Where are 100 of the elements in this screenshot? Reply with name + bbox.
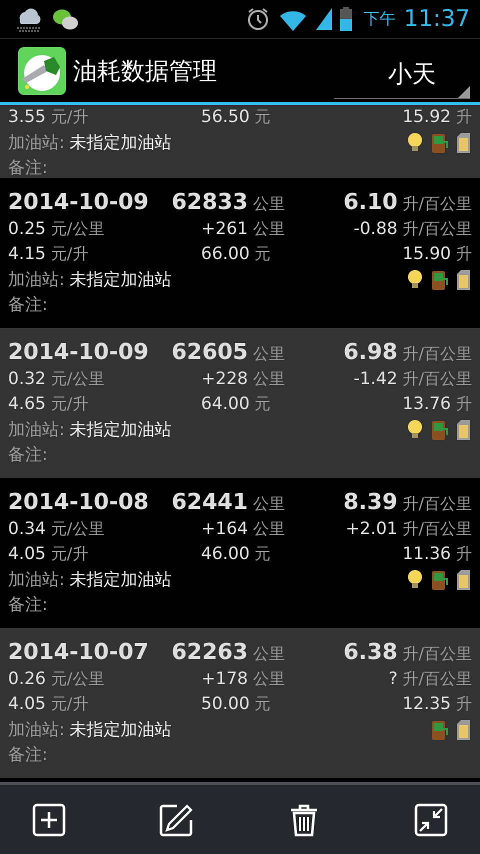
consumption-change: -0.88 <box>354 219 398 239</box>
alarm-icon <box>246 7 270 31</box>
bulb-icon <box>406 418 424 440</box>
distance-value: +164 <box>201 519 248 539</box>
consumption-value: 6.10 <box>343 190 398 214</box>
unit-label: 元/公里 <box>50 369 104 390</box>
fuel-can-icon <box>454 268 472 290</box>
unit-label: 元/升 <box>50 394 88 415</box>
unit-label: 公里 <box>253 669 285 690</box>
fuel-pump-icon <box>430 268 448 290</box>
fuel-price: 3.55 <box>8 107 46 127</box>
unit-label: 元 <box>254 544 271 565</box>
unit-label: 升/百公里 <box>402 344 472 364</box>
fuel-volume: 15.92 <box>402 107 451 127</box>
consumption-change: ? <box>388 669 398 689</box>
app-title: 油耗数据管理 <box>73 56 218 86</box>
vehicle-spinner[interactable]: 小天 <box>334 50 470 98</box>
unit-label: 元/升 <box>50 107 88 128</box>
fuel-can-icon <box>454 132 472 154</box>
unit-label: 元/升 <box>50 244 88 265</box>
unit-label: 升/百公里 <box>402 644 472 664</box>
clock-period: 下午 <box>364 8 396 30</box>
fuel-volume: 11.36 <box>402 544 451 564</box>
fuel-cost: 46.00 <box>201 544 250 564</box>
record-date: 2014-10-09 <box>8 340 149 364</box>
cost-per-km: 0.34 <box>8 519 46 539</box>
consumption-change: -1.42 <box>354 369 398 389</box>
fuel-can-icon <box>454 568 472 590</box>
distance-value: +261 <box>201 219 248 239</box>
fuel-cost: 64.00 <box>201 394 250 414</box>
fuel-cost: 66.00 <box>201 244 250 264</box>
unit-label: 元/升 <box>50 544 88 565</box>
odometer-value: 62833 <box>171 190 248 214</box>
unit-label: 升/百公里 <box>402 519 472 540</box>
distance-value: +178 <box>201 669 248 689</box>
fuel-pump-icon <box>430 132 448 154</box>
station-name: 未指定加油站 <box>70 269 172 291</box>
fuel-volume: 15.90 <box>402 244 451 264</box>
cost-per-km: 0.32 <box>8 369 46 389</box>
consumption-value: 6.38 <box>343 640 398 664</box>
station-label: 加油站: <box>8 269 65 291</box>
fuel-can-icon <box>454 718 472 740</box>
unit-label: 元 <box>254 394 271 415</box>
unit-label: 升/百公里 <box>402 369 472 390</box>
unit-label: 升 <box>456 544 472 565</box>
unit-label: 公里 <box>253 369 285 390</box>
unit-label: 公里 <box>253 219 285 240</box>
unit-label: 元/公里 <box>50 519 104 540</box>
bulb-icon <box>406 268 424 290</box>
app-logo-icon <box>18 46 66 94</box>
clock-time: 11:37 <box>404 6 470 32</box>
unit-label: 公里 <box>253 644 285 664</box>
cost-per-km: 0.25 <box>8 219 46 239</box>
station-name: 未指定加油站 <box>70 132 172 154</box>
station-label: 加油站: <box>8 419 65 441</box>
unit-label: 升 <box>456 107 472 128</box>
unit-label: 元 <box>254 694 271 715</box>
station-label: 加油站: <box>8 719 65 741</box>
fuel-price: 4.65 <box>8 394 46 414</box>
station-name: 未指定加油站 <box>70 419 172 441</box>
unit-label: 元 <box>254 244 271 265</box>
unit-label: 公里 <box>253 344 285 364</box>
unit-label: 公里 <box>253 519 285 540</box>
unit-label: 元/升 <box>50 694 88 715</box>
unit-label: 升/百公里 <box>402 494 472 514</box>
note-label: 备注: <box>8 294 48 316</box>
station-name: 未指定加油站 <box>70 719 172 741</box>
battery-icon <box>340 7 352 31</box>
unit-label: 元 <box>254 107 271 128</box>
unit-label: 元/公里 <box>50 219 104 240</box>
bulb-icon <box>406 132 424 154</box>
unit-label: 元/公里 <box>50 669 104 690</box>
cell-signal-icon <box>316 8 332 30</box>
unit-label: 升 <box>456 394 472 415</box>
unit-label: 升 <box>456 244 472 265</box>
odometer-value: 62441 <box>171 490 248 514</box>
unit-label: 公里 <box>253 194 285 214</box>
unit-label: 升 <box>456 694 472 715</box>
station-label: 加油站: <box>8 569 65 591</box>
unit-label: 升/百公里 <box>402 219 472 240</box>
fuel-price: 4.15 <box>8 244 46 264</box>
record-date: 2014-10-08 <box>8 490 149 514</box>
distance-value: +228 <box>201 369 248 389</box>
fuel-volume: 13.76 <box>402 394 451 414</box>
fuel-cost: 50.00 <box>201 694 250 714</box>
note-label: 备注: <box>8 157 48 178</box>
consumption-value: 6.98 <box>343 340 398 364</box>
dropdown-corner-icon <box>458 86 470 98</box>
chat-app-icon <box>52 7 79 31</box>
fuel-price: 4.05 <box>8 694 46 714</box>
note-label: 备注: <box>8 594 48 616</box>
fuel-can-icon <box>454 418 472 440</box>
fuel-pump-icon <box>430 718 448 740</box>
unit-label: 升/百公里 <box>402 194 472 214</box>
station-label: 加油站: <box>8 132 65 154</box>
note-label: 备注: <box>8 444 48 466</box>
fuel-pump-icon <box>430 418 448 440</box>
bulb-icon <box>406 568 424 590</box>
fuel-price: 4.05 <box>8 544 46 564</box>
odometer-value: 62263 <box>171 640 248 664</box>
